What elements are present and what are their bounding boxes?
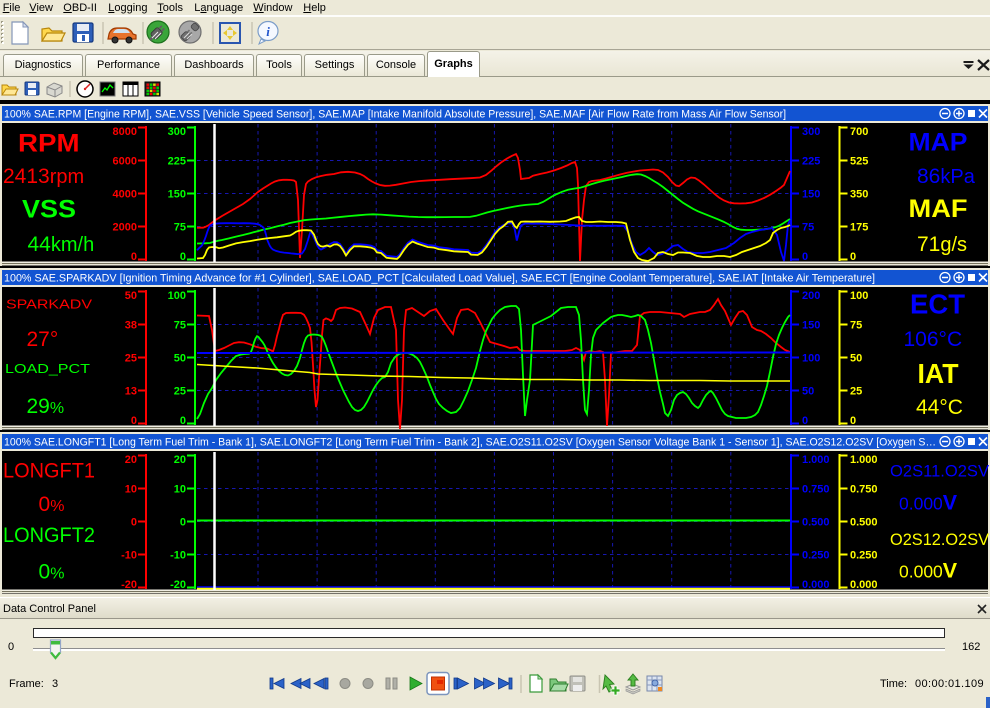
svg-text:350: 350 bbox=[850, 189, 868, 201]
svg-text:O2S11.O2SV: O2S11.O2SV bbox=[890, 462, 990, 481]
svg-text:ECT: ECT bbox=[910, 289, 965, 320]
svg-text:150: 150 bbox=[802, 189, 820, 201]
svg-text:0: 0 bbox=[180, 415, 186, 427]
svg-text:1.000: 1.000 bbox=[850, 454, 878, 466]
svg-text:RPM: RPM bbox=[18, 130, 80, 158]
svg-text:0.000V: 0.000V bbox=[899, 491, 958, 515]
svg-text:300: 300 bbox=[168, 126, 186, 138]
svg-text:SPARKADV: SPARKADV bbox=[6, 297, 92, 312]
svg-text:0.500: 0.500 bbox=[850, 517, 878, 529]
svg-text:4000: 4000 bbox=[113, 189, 137, 201]
svg-text:0: 0 bbox=[131, 517, 137, 529]
svg-text:-20: -20 bbox=[170, 579, 186, 591]
svg-text:13: 13 bbox=[125, 386, 137, 398]
svg-text:200: 200 bbox=[802, 290, 820, 302]
svg-text:0: 0 bbox=[802, 415, 808, 427]
svg-text:27°: 27° bbox=[27, 328, 59, 351]
svg-text:100: 100 bbox=[850, 290, 868, 302]
svg-text:10: 10 bbox=[174, 484, 186, 496]
svg-text:38: 38 bbox=[125, 320, 137, 332]
svg-text:0.250: 0.250 bbox=[802, 550, 830, 562]
svg-text:100: 100 bbox=[802, 353, 820, 365]
svg-text:2413rpm: 2413rpm bbox=[3, 165, 84, 188]
svg-text:6000: 6000 bbox=[113, 156, 137, 168]
svg-text:44km/h: 44km/h bbox=[28, 233, 95, 256]
svg-text:50: 50 bbox=[850, 353, 862, 365]
svg-text:LONGFT1: LONGFT1 bbox=[3, 460, 95, 483]
svg-text:100% SAE.LONGFT1 [Long Term Fu: 100% SAE.LONGFT1 [Long Term Fuel Trim - … bbox=[4, 437, 936, 449]
svg-text:25: 25 bbox=[850, 386, 862, 398]
svg-text:0.750: 0.750 bbox=[850, 484, 878, 496]
svg-text:106°C: 106°C bbox=[904, 328, 963, 351]
svg-text:50: 50 bbox=[802, 386, 814, 398]
svg-text:100: 100 bbox=[168, 290, 186, 302]
svg-text:i: i bbox=[266, 24, 270, 39]
svg-text:0: 0 bbox=[180, 517, 186, 529]
svg-text:-10: -10 bbox=[170, 550, 186, 562]
svg-text:10: 10 bbox=[125, 484, 137, 496]
svg-text:175: 175 bbox=[850, 222, 868, 234]
svg-text:150: 150 bbox=[802, 320, 820, 332]
svg-text:75: 75 bbox=[174, 222, 186, 234]
svg-text:75: 75 bbox=[850, 320, 862, 332]
svg-text:0.000: 0.000 bbox=[802, 579, 830, 591]
svg-text:O2S12.O2SV: O2S12.O2SV bbox=[890, 530, 990, 549]
svg-text:50: 50 bbox=[125, 290, 137, 302]
svg-text:300: 300 bbox=[802, 126, 820, 138]
svg-text:1.000: 1.000 bbox=[802, 454, 830, 466]
svg-text:0: 0 bbox=[131, 251, 137, 263]
svg-text:IAT: IAT bbox=[918, 358, 959, 389]
svg-text:LONGFT2: LONGFT2 bbox=[3, 524, 95, 547]
svg-text:100% SAE.RPM [Engine RPM], SAE: 100% SAE.RPM [Engine RPM], SAE.VSS [Vehi… bbox=[4, 109, 786, 121]
svg-text:0.250: 0.250 bbox=[850, 550, 878, 562]
svg-text:100% SAE.SPARKADV [Ignition Ti: 100% SAE.SPARKADV [Ignition Timing Advan… bbox=[4, 273, 875, 285]
svg-text:0: 0 bbox=[180, 251, 186, 263]
svg-text:225: 225 bbox=[802, 156, 820, 168]
svg-text:0.000: 0.000 bbox=[850, 579, 878, 591]
svg-text:8000: 8000 bbox=[113, 126, 137, 138]
svg-text:2000: 2000 bbox=[113, 222, 137, 234]
svg-text:225: 225 bbox=[168, 156, 186, 168]
svg-text:25: 25 bbox=[174, 386, 186, 398]
svg-text:0.000V: 0.000V bbox=[899, 559, 958, 583]
svg-text:20: 20 bbox=[174, 454, 186, 466]
svg-text:MAF: MAF bbox=[909, 195, 968, 223]
svg-text:-20: -20 bbox=[121, 579, 137, 591]
svg-text:86kPa: 86kPa bbox=[917, 165, 976, 188]
svg-text:0: 0 bbox=[131, 415, 137, 427]
svg-text:0: 0 bbox=[850, 251, 856, 263]
svg-text:50: 50 bbox=[174, 353, 186, 365]
svg-text:MAP: MAP bbox=[909, 129, 968, 157]
svg-text:525: 525 bbox=[850, 156, 868, 168]
svg-text:44°C: 44°C bbox=[916, 396, 963, 419]
svg-text:0: 0 bbox=[802, 251, 808, 263]
svg-text:75: 75 bbox=[174, 320, 186, 332]
svg-text:20: 20 bbox=[125, 454, 137, 466]
svg-text:LOAD_PCT: LOAD_PCT bbox=[5, 361, 90, 376]
svg-text:71g/s: 71g/s bbox=[917, 233, 967, 256]
svg-text:150: 150 bbox=[168, 189, 186, 201]
svg-text:0.750: 0.750 bbox=[802, 484, 830, 496]
svg-text:-10: -10 bbox=[121, 550, 137, 562]
svg-text:0: 0 bbox=[850, 415, 856, 427]
svg-text:0.500: 0.500 bbox=[802, 517, 830, 529]
svg-text:75: 75 bbox=[802, 222, 814, 234]
svg-text:VSS: VSS bbox=[22, 196, 76, 224]
svg-text:25: 25 bbox=[125, 353, 137, 365]
svg-text:700: 700 bbox=[850, 126, 868, 138]
